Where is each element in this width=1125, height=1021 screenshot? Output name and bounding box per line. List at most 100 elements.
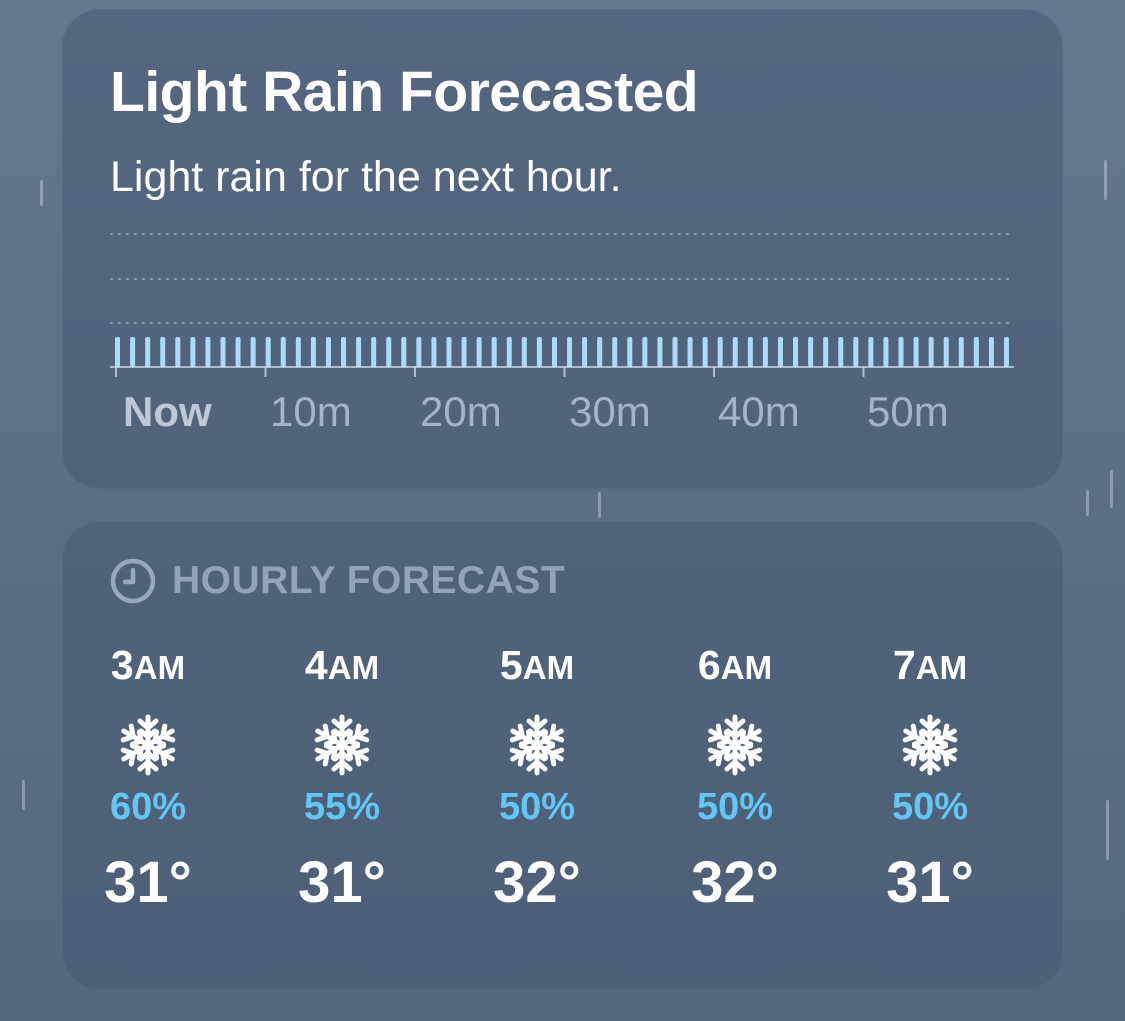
time-label-10m: 10m xyxy=(270,388,352,435)
precip-bar xyxy=(401,337,407,367)
precip-bar xyxy=(521,337,527,367)
snowflake-icon xyxy=(898,713,962,777)
temperature: 32° xyxy=(493,850,581,915)
precip-bar xyxy=(295,337,301,367)
precip-bar xyxy=(732,337,738,367)
precip-bar xyxy=(582,337,588,367)
time-label-now: Now xyxy=(123,388,212,435)
precip-bar xyxy=(973,337,979,367)
hour-column-5am: 5AM 50% 32° xyxy=(447,641,627,915)
precip-bar xyxy=(341,337,347,367)
precip-bar xyxy=(898,337,904,367)
precip-bar xyxy=(250,337,256,367)
precip-bar xyxy=(747,337,753,367)
time-label-40m: 40m xyxy=(718,388,800,435)
hour-column-4am: 4AM 55% 31° xyxy=(252,641,432,915)
rain-streak xyxy=(1106,800,1109,860)
precip-bar xyxy=(325,337,331,367)
precipitation-chance: 60% xyxy=(109,786,187,828)
rain-streak xyxy=(1110,470,1113,508)
precip-bar xyxy=(386,337,392,367)
precip-bar xyxy=(883,337,889,367)
precip-bar xyxy=(175,337,181,367)
precip-bar xyxy=(491,337,497,367)
precip-bar xyxy=(145,337,151,367)
rain-streak xyxy=(40,180,43,206)
precip-bar xyxy=(597,337,603,367)
precip-bar xyxy=(551,337,557,367)
precip-bar xyxy=(536,337,542,367)
precip-bar xyxy=(190,337,196,367)
rain-streak xyxy=(1104,160,1107,200)
precip-bar xyxy=(310,337,316,367)
precipitation-chance: 50% xyxy=(498,786,576,828)
rain-streak xyxy=(598,492,601,518)
precipitation-chance: 55% xyxy=(303,786,381,828)
precip-bar xyxy=(280,337,286,367)
precip-bar xyxy=(808,337,814,367)
snowflake-icon xyxy=(310,713,374,777)
precip-bar xyxy=(853,337,859,367)
precip-bar xyxy=(687,337,693,367)
precip-bar xyxy=(672,337,678,367)
precip-bar xyxy=(958,337,964,367)
temperature: 31° xyxy=(298,850,386,915)
hour-column-3am: 3AM 60% 31° xyxy=(58,641,238,915)
hour-label: 6AM xyxy=(697,642,773,688)
time-label-50m: 50m xyxy=(867,388,949,435)
precip-bar xyxy=(205,337,211,367)
precip-bar xyxy=(762,337,768,367)
precip-bar xyxy=(235,337,241,367)
precip-bar xyxy=(838,337,844,367)
hour-column-7am: 7AM 50% 31° xyxy=(840,641,1020,915)
precipitation-chance: 50% xyxy=(891,786,969,828)
precip-bar xyxy=(476,337,482,367)
precipitation-chance: 50% xyxy=(696,786,774,828)
hour-column-6am: 6AM 50% 32° xyxy=(645,641,825,915)
hourly-forecast-header: HOURLY FORECAST xyxy=(110,558,566,604)
precip-bar xyxy=(823,337,829,367)
precip-bar xyxy=(642,337,648,367)
hour-label: 3AM xyxy=(110,642,186,688)
next-hour-precipitation-card[interactable]: Light Rain Forecasted Light rain for the… xyxy=(62,9,1063,489)
precip-bar xyxy=(777,337,783,367)
precip-bar xyxy=(160,337,166,367)
precip-bar xyxy=(627,337,633,367)
temperature: 31° xyxy=(104,850,192,915)
precip-bar xyxy=(717,337,723,367)
precip-bar xyxy=(356,337,362,367)
hour-label: 7AM xyxy=(892,642,968,688)
rain-streak xyxy=(1086,490,1089,516)
temperature: 31° xyxy=(886,850,974,915)
snowflake-icon xyxy=(505,713,569,777)
hour-label: 4AM xyxy=(304,642,380,688)
precip-bar xyxy=(702,337,708,367)
precip-bar xyxy=(567,337,573,367)
precip-bar xyxy=(446,337,452,367)
precip-bar xyxy=(868,337,874,367)
precip-bar xyxy=(612,337,618,367)
precip-bar xyxy=(506,337,512,367)
time-label-20m: 20m xyxy=(420,388,502,435)
snowflake-icon xyxy=(703,713,767,777)
precip-bar xyxy=(115,337,121,367)
precip-bar xyxy=(793,337,799,367)
precip-bar xyxy=(431,337,437,367)
precip-bar xyxy=(265,337,271,367)
precip-bar xyxy=(416,337,422,367)
precip-bar xyxy=(928,337,934,367)
precip-bar xyxy=(657,337,663,367)
precip-bar xyxy=(913,337,919,367)
precip-bar xyxy=(461,337,467,367)
precip-bar xyxy=(220,337,226,367)
precip-bar xyxy=(943,337,949,367)
clock-icon xyxy=(110,558,156,604)
temperature: 32° xyxy=(691,850,779,915)
hourly-forecast-title: HOURLY FORECAST xyxy=(172,559,566,602)
precip-bar xyxy=(371,337,377,367)
rain-streak xyxy=(22,780,25,810)
hour-label: 5AM xyxy=(499,642,575,688)
precip-bar xyxy=(130,337,136,367)
snowflake-icon xyxy=(116,713,180,777)
hourly-forecast-card[interactable]: HOURLY FORECAST 3AM 60% 31° 4AM 55% 31° … xyxy=(62,521,1063,990)
